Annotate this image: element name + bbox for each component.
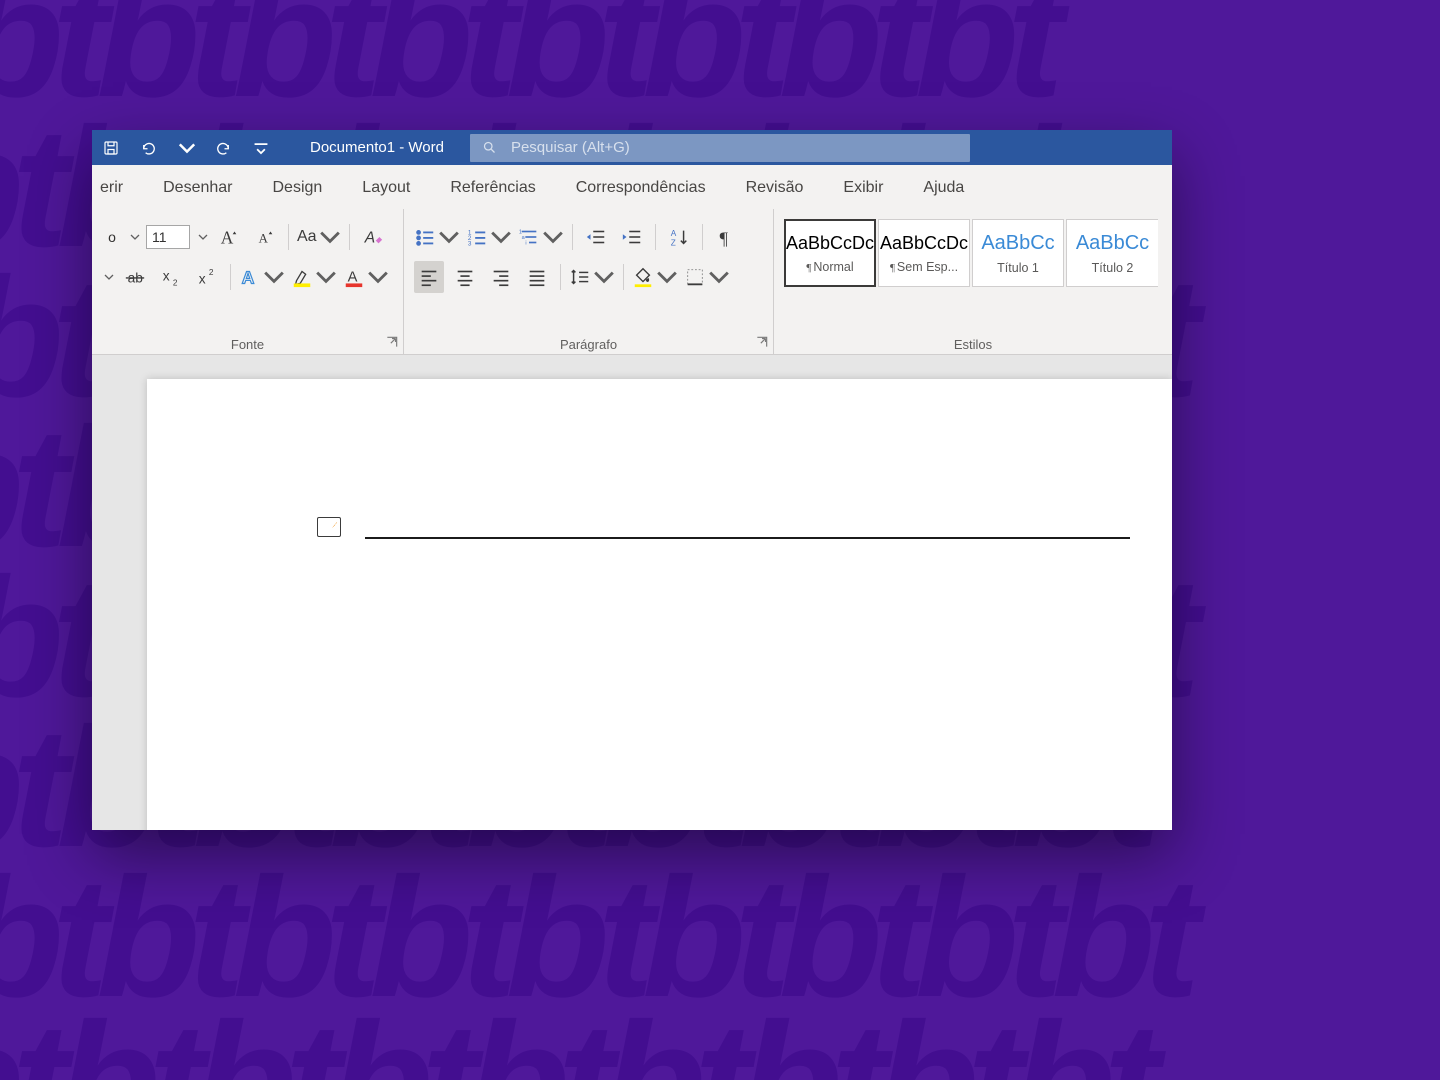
dropdown-icon[interactable] — [104, 272, 114, 282]
ribbon: o 11 A A Aa A ab — [92, 209, 1172, 355]
style-name: Título 1 — [997, 261, 1039, 275]
svg-text:Z: Z — [671, 238, 676, 247]
search-icon — [482, 140, 497, 155]
autocorrect-options-icon[interactable] — [317, 517, 341, 537]
undo-dropdown[interactable] — [172, 134, 200, 162]
separator — [702, 224, 703, 250]
svg-text:A: A — [259, 232, 269, 246]
save-button[interactable] — [96, 134, 126, 162]
svg-text:2: 2 — [209, 268, 214, 277]
titlebar: Documento1 - Word Pesquisar (Alt+G) — [92, 130, 1172, 165]
style-name: Título 2 — [1092, 261, 1134, 275]
styles-group: AaBbCcDc ¶Normal AaBbCcDc ¶Sem Esp... Aa… — [774, 209, 1172, 354]
font-dialog-launcher[interactable] — [385, 335, 399, 349]
tab-ajuda[interactable]: Ajuda — [921, 169, 966, 205]
quick-access-toolbar — [92, 130, 284, 165]
font-color-button[interactable]: A — [343, 261, 389, 293]
grow-font-button[interactable]: A — [214, 221, 244, 253]
customize-qat-button[interactable] — [246, 134, 276, 162]
separator — [560, 264, 561, 290]
sort-button[interactable]: AZ — [664, 221, 694, 253]
undo-button[interactable] — [134, 134, 164, 162]
justify-button[interactable] — [522, 261, 552, 293]
separator — [288, 224, 289, 250]
svg-text:A: A — [221, 227, 234, 247]
superscript-button[interactable]: x2 — [192, 261, 222, 293]
separator — [623, 264, 624, 290]
borders-button[interactable] — [684, 261, 730, 293]
styles-group-label: Estilos — [774, 337, 1172, 352]
size-dropdown-icon[interactable] — [198, 232, 208, 242]
font-name-fragment[interactable]: o — [102, 221, 122, 253]
tab-revisao[interactable]: Revisão — [744, 169, 806, 205]
strikethrough-button[interactable]: ab — [120, 261, 150, 293]
style-normal[interactable]: AaBbCcDc ¶Normal — [784, 219, 876, 287]
paragraph-dialog-launcher[interactable] — [755, 335, 769, 349]
svg-text:A: A — [242, 267, 255, 287]
font-dropdown-icon[interactable] — [130, 232, 140, 242]
tab-inserir-partial[interactable]: erir — [98, 169, 125, 205]
svg-text:x: x — [163, 269, 170, 284]
style-heading1[interactable]: AaBbCc Título 1 — [972, 219, 1064, 287]
font-size-input[interactable]: 11 — [146, 225, 190, 249]
font-group: o 11 A A Aa A ab — [92, 209, 404, 354]
redo-button[interactable] — [208, 134, 238, 162]
style-heading2[interactable]: AaBbCc Título 2 — [1066, 219, 1158, 287]
text-effects-button[interactable]: A — [239, 261, 285, 293]
paragraph-group: 123 1ai AZ — [404, 209, 774, 354]
style-sample: AaBbCc — [981, 232, 1054, 255]
separator — [572, 224, 573, 250]
document-title: Documento1 - Word — [284, 139, 470, 156]
tab-desenhar[interactable]: Desenhar — [161, 169, 234, 205]
bullets-button[interactable] — [414, 221, 460, 253]
search-box[interactable]: Pesquisar (Alt+G) — [470, 134, 970, 162]
style-name: ¶Normal — [806, 260, 853, 274]
ribbon-tabs: erir Desenhar Design Layout Referências … — [92, 165, 1172, 209]
style-no-spacing[interactable]: AaBbCcDc ¶Sem Esp... — [878, 219, 970, 287]
svg-text:¶: ¶ — [720, 228, 729, 248]
line-spacing-button[interactable] — [569, 261, 615, 293]
svg-text:2: 2 — [173, 278, 178, 287]
change-case-button[interactable]: Aa — [297, 221, 341, 253]
align-center-button[interactable] — [450, 261, 480, 293]
style-name: ¶Sem Esp... — [890, 260, 958, 274]
tab-exibir[interactable]: Exibir — [841, 169, 885, 205]
shrink-font-button[interactable]: A — [250, 221, 280, 253]
horizontal-rule — [365, 537, 1130, 539]
tab-layout[interactable]: Layout — [360, 169, 412, 205]
increase-indent-button[interactable] — [617, 221, 647, 253]
svg-text:x: x — [199, 271, 206, 286]
highlight-button[interactable] — [291, 261, 337, 293]
align-right-button[interactable] — [486, 261, 516, 293]
document-page[interactable] — [147, 379, 1172, 830]
search-placeholder: Pesquisar (Alt+G) — [511, 139, 630, 156]
style-sample: AaBbCcDc — [786, 233, 874, 254]
multilevel-list-button[interactable]: 1ai — [518, 221, 564, 253]
tab-correspondencias[interactable]: Correspondências — [574, 169, 708, 205]
svg-text:A: A — [363, 230, 374, 247]
style-sample: AaBbCcDc — [880, 233, 968, 254]
document-area — [92, 355, 1172, 830]
shading-button[interactable] — [632, 261, 678, 293]
paragraph-group-label: Parágrafo — [404, 337, 773, 352]
font-group-label: Fonte — [92, 337, 403, 352]
tab-design[interactable]: Design — [270, 169, 324, 205]
svg-text:i: i — [525, 240, 526, 246]
style-sample: AaBbCc — [1076, 232, 1149, 255]
word-window: Documento1 - Word Pesquisar (Alt+G) erir… — [92, 130, 1172, 830]
svg-text:3: 3 — [468, 240, 472, 247]
subscript-button[interactable]: x2 — [156, 261, 186, 293]
separator — [230, 264, 231, 290]
tab-referencias[interactable]: Referências — [448, 169, 537, 205]
svg-text:A: A — [348, 270, 358, 286]
separator — [655, 224, 656, 250]
clear-formatting-button[interactable]: A — [358, 221, 388, 253]
numbering-button[interactable]: 123 — [466, 221, 512, 253]
show-hide-marks-button[interactable]: ¶ — [711, 221, 741, 253]
decrease-indent-button[interactable] — [581, 221, 611, 253]
svg-text:A: A — [671, 229, 677, 238]
separator — [349, 224, 350, 250]
align-left-button[interactable] — [414, 261, 444, 293]
